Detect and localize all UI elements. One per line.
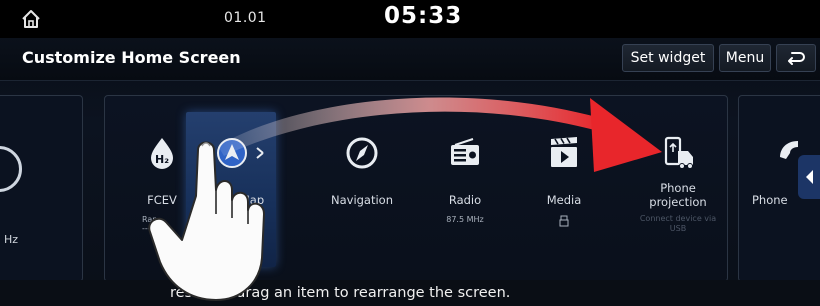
page-title: Customize Home Screen [22,48,241,67]
widget-phone-projection[interactable]: Phone projection Connect device via USB [628,135,728,234]
status-date: 01.01 [224,10,267,26]
widget-sub: 87.5 MHz [446,215,484,224]
status-time: 05:33 [384,3,463,29]
widget-label: Radio [448,193,482,207]
widget-map[interactable]: Map any [182,135,282,224]
usb-icon [514,215,614,229]
back-button[interactable] [776,44,816,72]
status-bar: 01.01 05:33 [0,0,820,38]
radio-dial-icon [0,146,22,192]
widget-navigation[interactable]: Navigation [312,135,412,207]
widget-sub: Connect device via USB [639,214,717,233]
widget-label: Phone projection [649,181,707,209]
phone-projection-icon [664,136,693,169]
compass-icon [346,137,378,169]
radio-icon [451,138,479,165]
instruction-bar: ress and drag an item to rearrange the s… [0,280,820,306]
screen: 01.01 05:33 Customize Home Screen Set wi… [0,0,820,306]
previous-page-panel[interactable]: Hz [0,95,83,282]
widget-sub: any [249,215,265,224]
svg-text:H₂: H₂ [155,153,169,166]
next-page-button[interactable] [798,155,820,199]
media-icon [551,137,577,167]
hydrogen-drop-icon: H₂ [151,138,173,169]
widget-radio[interactable]: Radio 87.5 MHz [415,135,515,224]
navigation-arrow-icon [200,138,264,168]
chevron-left-icon [806,170,813,184]
widget-label: Navigation [330,193,394,207]
frequency-label: Hz [4,233,19,246]
instruction-text: ress and drag an item to rearrange the s… [170,285,511,301]
home-icon[interactable] [20,8,42,30]
menu-button[interactable]: Menu [719,44,771,72]
widget-label: Media [546,193,582,207]
set-widget-button[interactable]: Set widget [622,44,714,72]
widget-media[interactable]: Media [514,135,614,229]
widget-label: Map [239,193,265,207]
page-header: Customize Home Screen Set widget Menu [0,38,820,81]
back-arrow-icon [788,52,805,65]
